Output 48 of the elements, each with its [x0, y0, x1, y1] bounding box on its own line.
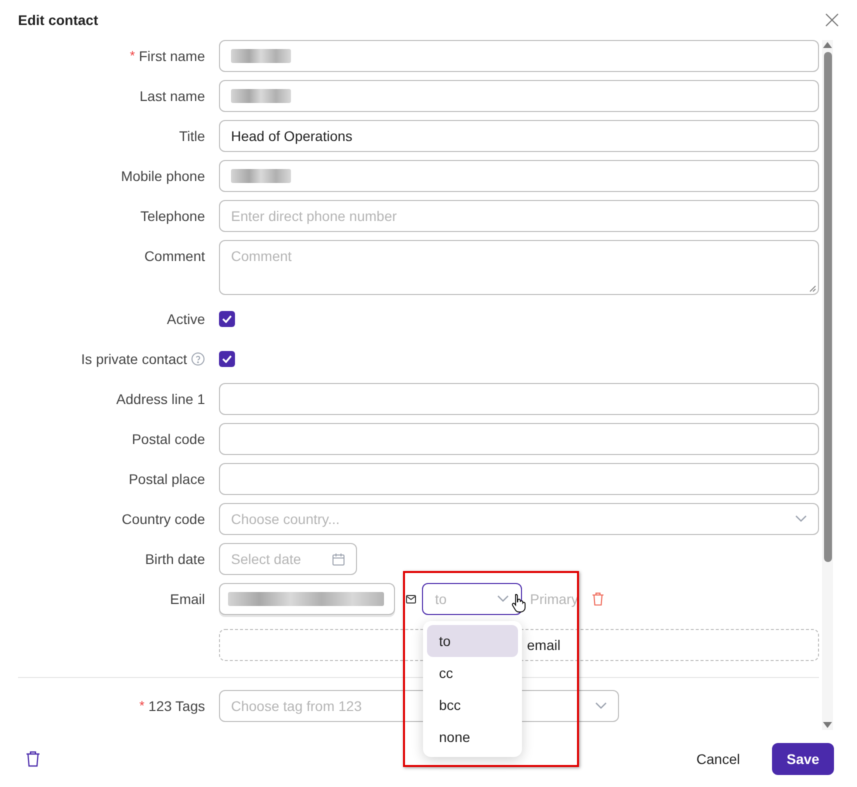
required-asterisk: *: [130, 47, 135, 66]
required-asterisk: *: [139, 697, 144, 716]
field-label: Comment: [144, 246, 205, 266]
input-field[interactable]: [219, 463, 819, 495]
close-icon[interactable]: [825, 13, 839, 27]
save-button[interactable]: Save: [772, 743, 834, 775]
primary-label: Primary: [530, 590, 578, 609]
resize-handle-icon: [809, 285, 816, 292]
chevron-down-icon: [497, 595, 509, 603]
chevron-down-icon: [595, 702, 607, 710]
field-label: Is private contact: [81, 350, 187, 369]
scroll-down-arrow-icon[interactable]: [823, 722, 832, 728]
field-label: Mobile phone: [120, 166, 205, 186]
field-label: First name: [138, 46, 205, 66]
field-label: Email: [170, 590, 205, 608]
scroll-up-arrow-icon[interactable]: [823, 42, 832, 48]
input-field[interactable]: [219, 40, 819, 72]
dropdown-option[interactable]: to: [427, 625, 518, 657]
field-label: Active: [166, 310, 205, 328]
field-label: Title: [179, 126, 205, 146]
checkbox[interactable]: [219, 311, 235, 327]
input-field[interactable]: Head of Operations: [219, 120, 819, 152]
field-label: Birth date: [145, 550, 205, 568]
dialog-title: Edit contact: [18, 10, 98, 30]
field-label: Postal place: [128, 470, 205, 489]
checkmark-icon: [222, 355, 232, 363]
hand-cursor-icon: [511, 593, 527, 613]
scrollbar[interactable]: [822, 40, 833, 730]
dropdown-option[interactable]: bcc: [427, 689, 518, 721]
field-label: Address line 1: [116, 390, 205, 408]
input-field[interactable]: [219, 423, 819, 455]
scrollbar-thumb[interactable]: [824, 52, 832, 562]
input-field[interactable]: [219, 80, 819, 112]
field-label: 123 Tags: [148, 696, 205, 716]
calendar-icon: [332, 552, 345, 566]
input-field[interactable]: [219, 383, 819, 415]
trash-icon[interactable]: [26, 751, 40, 767]
field-label: Telephone: [140, 206, 205, 226]
checkmark-icon: [222, 315, 232, 323]
envelope-icon: [406, 594, 416, 604]
input-field[interactable]: [219, 160, 819, 192]
chevron-down-icon: [795, 515, 807, 523]
checkbox[interactable]: [219, 351, 235, 367]
field-label: Country code: [122, 510, 205, 529]
field-label: Last name: [140, 86, 205, 106]
dropdown-option[interactable]: none: [427, 721, 518, 753]
email-field[interactable]: [219, 583, 395, 615]
field-label: Postal code: [132, 430, 205, 448]
